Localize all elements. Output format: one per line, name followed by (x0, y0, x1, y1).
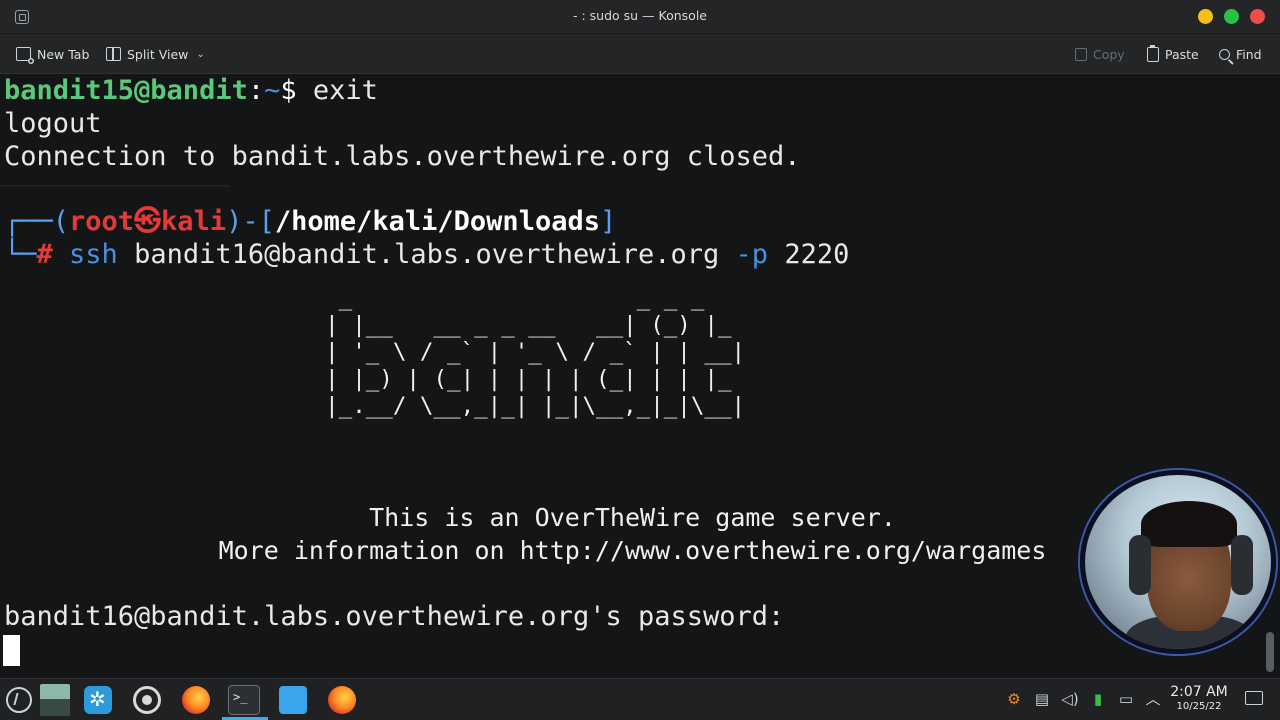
firefox-window-icon[interactable] (328, 686, 356, 714)
firefox-icon[interactable] (182, 686, 210, 714)
taskbar: ⚙ ▤ ◁) ▮ ▭ ︿ 2:07 AM 10/25/22 (0, 678, 1280, 720)
updates-icon[interactable]: ⚙ (1005, 690, 1023, 708)
notifications-icon[interactable]: ▭ (1117, 690, 1135, 708)
paste-icon (1147, 44, 1159, 62)
chevron-up-icon[interactable]: ︿ (1144, 690, 1162, 708)
chevron-down-icon: ⌄ (196, 48, 205, 60)
clock-time: 2:07 AM (1170, 684, 1228, 700)
volume-icon[interactable]: ◁) (1061, 690, 1079, 708)
split-view-icon (106, 47, 121, 61)
webcam-headset-right (1231, 535, 1253, 595)
window-title: - : sudo su — Konsole (572, 8, 707, 23)
password-prompt: bandit16@bandit.labs.overthewire.org's p… (4, 601, 785, 632)
file-manager-icon[interactable] (279, 686, 307, 714)
kali-prompt-command: └─# ssh bandit16@bandit.labs.overthewire… (4, 239, 850, 270)
desktop-pager-icon[interactable] (40, 684, 70, 716)
konsole-taskbar-icon[interactable] (228, 685, 260, 715)
minimize-button[interactable] (1198, 9, 1213, 24)
new-tab-icon (16, 47, 34, 64)
clipboard-icon[interactable]: ▤ (1033, 690, 1051, 708)
banner-line-info: More information on http://www.overthewi… (218, 536, 1047, 565)
banner-line-server: This is an OverTheWire game server. (369, 503, 896, 532)
find-label: Find (1236, 46, 1262, 62)
search-icon (1219, 48, 1230, 60)
app-launcher-icon[interactable] (6, 687, 32, 713)
new-tab-label: New Tab (37, 46, 90, 62)
terminal-line-prompt-exit: bandit15@bandit:~$ exit (4, 75, 378, 106)
terminal-line-connection-closed: Connection to bandit.labs.overthewire.or… (4, 141, 801, 172)
kde-app-icon[interactable] (84, 686, 112, 714)
webcam-person-hair (1141, 501, 1237, 547)
webcam-overlay (1080, 470, 1276, 654)
title-bar: - : sudo su — Konsole (0, 0, 1280, 34)
kali-prompt-header: ┌──(root㉿kali)-[/home/kali/Downloads] (4, 206, 617, 237)
bandit-ascii-banner: _ _ _ _ | |__ __ _ _ __ __| (_) |_ | '_ … (325, 285, 746, 419)
konsole-toolbar: New Tab Split View ⌄ Copy Paste Find (0, 34, 1280, 74)
close-button[interactable] (1250, 9, 1265, 24)
background-divider (0, 185, 230, 187)
clock[interactable]: 2:07 AM 10/25/22 (1166, 684, 1232, 713)
terminal-cursor (3, 635, 20, 666)
paste-button[interactable]: Paste (1147, 44, 1199, 63)
terminal-scrollbar[interactable] (1266, 632, 1274, 672)
battery-icon[interactable]: ▮ (1089, 690, 1107, 708)
webcam-headset-left (1129, 535, 1151, 595)
split-view-button[interactable]: Split View ⌄ (106, 45, 205, 63)
find-button[interactable]: Find (1219, 45, 1262, 63)
show-desktop-icon[interactable] (1245, 691, 1263, 705)
copy-button[interactable]: Copy (1075, 45, 1125, 63)
clock-date: 10/25/22 (1176, 701, 1222, 712)
copy-label: Copy (1093, 46, 1125, 62)
chromium-icon[interactable] (133, 686, 161, 714)
paste-label: Paste (1165, 46, 1199, 62)
split-view-label: Split View (127, 46, 189, 62)
new-tab-button[interactable]: New Tab (16, 45, 90, 64)
maximize-button[interactable] (1224, 9, 1239, 24)
copy-icon (1075, 47, 1087, 61)
terminal-line-logout: logout (4, 108, 102, 139)
